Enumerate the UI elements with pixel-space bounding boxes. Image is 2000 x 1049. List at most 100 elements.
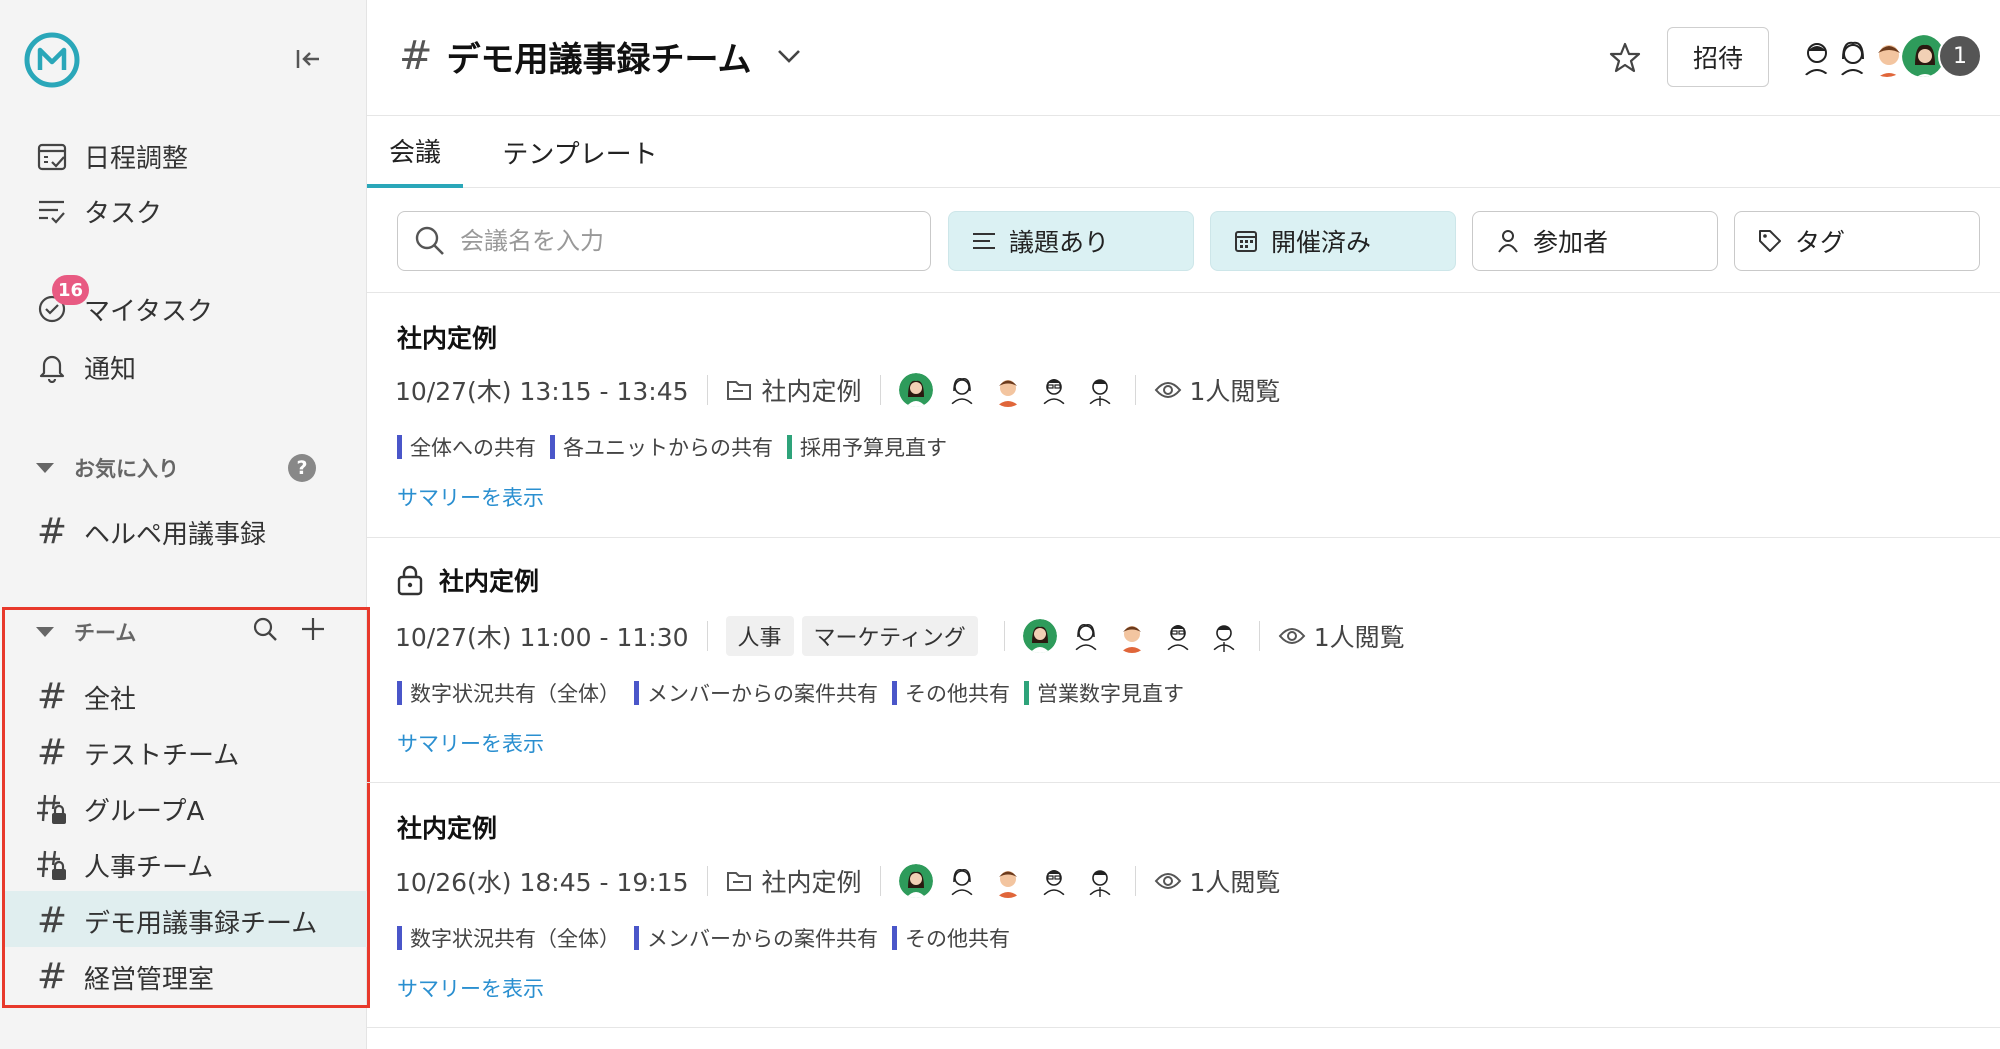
calendar-check-icon <box>30 134 74 178</box>
caret-down-icon <box>36 627 54 637</box>
avatar <box>990 373 1025 407</box>
divider <box>706 621 708 651</box>
filter-participants[interactable]: 参加者 <box>1472 211 1718 271</box>
eye-icon <box>1154 873 1181 889</box>
meeting-meta: 10/27(木) 11:00 - 11:30 人事 マーケティング 1人閲覧 <box>395 616 1405 656</box>
sidebar-item-schedule[interactable]: 日程調整 <box>30 130 350 182</box>
meeting-card[interactable]: 社内定例 10/27(木) 13:15 - 13:45 社内定例 1人閲覧 全体… <box>367 293 2000 538</box>
team-tools <box>250 614 328 644</box>
filter-held[interactable]: 開催済み <box>1210 211 1456 271</box>
divider <box>1134 375 1136 405</box>
chip-label: 参加者 <box>1533 228 1609 257</box>
meeting-tag[interactable]: 人事 <box>725 616 794 656</box>
sidebar-item-notifications[interactable]: 通知 <box>30 341 350 393</box>
bell-icon <box>30 345 74 389</box>
sidebar-item-label: デモ用議事録チーム <box>84 908 318 939</box>
collapse-sidebar-icon[interactable] <box>288 42 328 76</box>
divider <box>1258 621 1260 651</box>
meeting-title[interactable]: 社内定例 <box>397 809 497 845</box>
favorites-heading: お気に入り <box>74 457 179 481</box>
show-summary-link[interactable]: サマリーを表示 <box>397 728 544 758</box>
sidebar-item-tasks[interactable]: タスク <box>30 185 350 237</box>
show-summary-link[interactable]: サマリーを表示 <box>397 973 544 1003</box>
avatar <box>944 864 979 898</box>
folder-icon <box>726 381 751 400</box>
page-title: デモ用議事録チーム <box>446 39 752 80</box>
chevron-down-icon[interactable] <box>774 41 804 71</box>
sidebar-item-team[interactable]: # 全社 <box>30 671 350 723</box>
add-team-icon[interactable] <box>298 614 328 644</box>
sidebar-item-team-active[interactable]: # デモ用議事録チーム <box>30 895 350 947</box>
avatar <box>1068 619 1103 653</box>
meeting-folder[interactable]: 社内定例 <box>726 372 862 408</box>
hash-lock-icon <box>30 787 74 831</box>
search-input[interactable] <box>460 227 900 255</box>
tab-meetings[interactable]: 会議 <box>367 116 463 188</box>
agenda-topic: 採用予算見直す <box>787 432 947 462</box>
meeting-title[interactable]: 社内定例 <box>397 319 497 355</box>
sidebar-item-team[interactable]: 人事チーム <box>30 839 350 891</box>
viewer-count-text: 1人閲覧 <box>1189 868 1281 897</box>
hash-lock-icon <box>30 843 74 887</box>
sidebar-item-favorite[interactable]: # ヘルペ用議事録 <box>30 506 350 558</box>
filter-tags[interactable]: タグ <box>1734 211 1980 271</box>
agenda-topic: 各ユニットからの共有 <box>550 432 773 462</box>
help-icon[interactable]: ? <box>288 454 316 482</box>
chip-label: タグ <box>1795 228 1846 257</box>
sidebar-item-label: 通知 <box>84 354 137 385</box>
folder-label: 社内定例 <box>761 868 862 897</box>
participant-avatars[interactable] <box>1022 619 1241 653</box>
participant-avatars[interactable] <box>898 373 1117 407</box>
viewer-count-text: 1人閲覧 <box>1313 623 1405 652</box>
sidebar-item-team[interactable]: # テストチーム <box>30 727 350 779</box>
filter-has-agenda[interactable]: 議題あり <box>948 211 1194 271</box>
meeting-card[interactable]: 社内定例 10/27(木) 11:00 - 11:30 人事 マーケティング 1… <box>367 538 2000 783</box>
sidebar-item-label: 経営管理室 <box>84 964 215 995</box>
avatar <box>1036 373 1071 407</box>
chip-label: 議題あり <box>1009 228 1110 257</box>
sidebar-item-label: 人事チーム <box>84 852 214 883</box>
chip-label: 開催済み <box>1271 228 1372 257</box>
agenda-topic: その他共有 <box>892 678 1010 708</box>
sidebar-item-label: タスク <box>84 198 163 229</box>
show-summary-link[interactable]: サマリーを表示 <box>397 482 544 512</box>
sidebar-item-label: 全社 <box>84 684 137 715</box>
avatar <box>1022 619 1057 653</box>
meeting-title-text: 社内定例 <box>397 324 498 353</box>
avatar <box>944 373 979 407</box>
hash-icon: # <box>36 676 68 717</box>
task-count-badge: 16 <box>52 275 90 305</box>
tab-templates[interactable]: テンプレート <box>485 116 675 188</box>
meeting-card[interactable]: 社内定例 10/26(水) 18:45 - 19:15 社内定例 1人閲覧 数字… <box>367 783 2000 1028</box>
meeting-folder[interactable]: 社内定例 <box>726 863 862 899</box>
meeting-datetime: 10/26(水) 18:45 - 19:15 <box>395 868 689 897</box>
search-box[interactable] <box>397 211 931 271</box>
member-avatars[interactable]: 1 <box>1792 33 1982 79</box>
tag-icon <box>1755 226 1785 256</box>
agenda-topics: 全体への共有 各ユニットからの共有 採用予算見直す <box>397 432 947 462</box>
meeting-title[interactable]: 社内定例 <box>397 562 539 598</box>
divider <box>706 375 708 405</box>
star-icon[interactable] <box>1605 38 1645 78</box>
person-icon <box>1493 226 1523 256</box>
viewer-count: 1人閲覧 <box>1154 372 1280 408</box>
sidebar-item-team[interactable]: グループA <box>30 783 350 835</box>
tab-bar: 会議 テンプレート <box>367 116 2000 188</box>
sidebar-item-my-tasks[interactable]: 16 マイタスク <box>30 275 350 335</box>
participant-avatars[interactable] <box>898 864 1117 898</box>
search-icon[interactable] <box>250 614 280 644</box>
agenda-topics: 数字状況共有（全体） メンバーからの案件共有 その他共有 <box>397 923 1010 953</box>
sidebar-item-team[interactable]: # 経営管理室 <box>30 951 350 1003</box>
agenda-topic: メンバーからの案件共有 <box>634 923 878 953</box>
lock-icon <box>397 564 423 596</box>
eye-icon <box>1278 628 1306 644</box>
invite-button[interactable]: 招待 <box>1667 27 1769 87</box>
app-logo[interactable] <box>22 30 82 90</box>
filter-bar: 議題あり 開催済み 参加者 タグ <box>367 188 2000 293</box>
channel-title-group[interactable]: # デモ用議事録チーム <box>399 30 804 82</box>
sidebar-item-label: テストチーム <box>84 740 240 771</box>
task-list-icon <box>30 189 74 233</box>
avatar <box>1036 864 1071 898</box>
meeting-tag[interactable]: マーケティング <box>801 616 978 656</box>
sidebar-item-label: マイタスク <box>84 296 213 327</box>
